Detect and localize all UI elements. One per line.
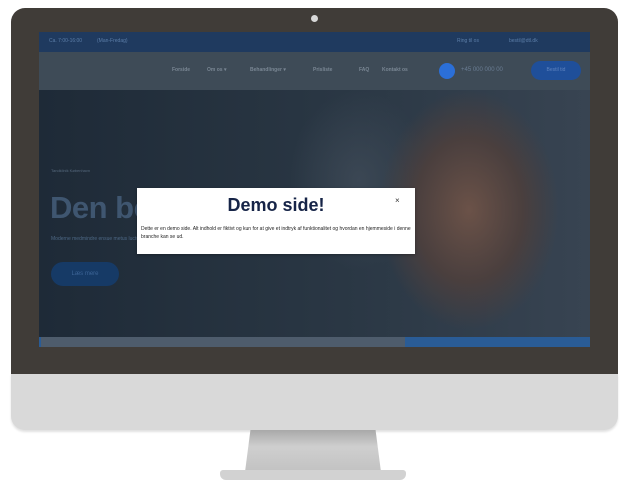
call-link[interactable]: Ring til os <box>457 38 479 44</box>
opening-hours: Ca. 7:00-16:00 <box>49 38 83 44</box>
nav-item-kontakt[interactable]: Kontakt os <box>382 67 408 73</box>
opening-days: (Man-Fredag) <box>97 38 128 44</box>
monitor-chin <box>11 374 618 430</box>
email-link[interactable]: bestil@dtl.dk <box>509 38 538 44</box>
demo-modal: Demo side! × Dette er en demo side. Alt … <box>137 188 415 254</box>
nav-item-om-os[interactable]: Om os ▾ <box>207 67 226 73</box>
book-appointment-button[interactable]: Bestil tid <box>531 61 581 80</box>
nav-item-faq[interactable]: FAQ <box>359 67 369 73</box>
monitor-stand-base <box>220 470 406 480</box>
hero-bottom-strip-left <box>41 337 405 347</box>
hero-eyebrow: Tandklinik København <box>51 168 91 173</box>
top-info-bar: Ca. 7:00-16:00 (Man-Fredag) Ring til os … <box>39 32 590 52</box>
close-icon[interactable]: × <box>395 196 400 205</box>
camera-icon <box>311 15 318 22</box>
monitor-stand-neck <box>245 430 381 472</box>
nav-item-forside[interactable]: Forside <box>172 67 190 73</box>
phone-number[interactable]: +45 000 000 00 <box>461 67 503 73</box>
nav-item-prisliste[interactable]: Prisliste <box>313 67 332 73</box>
phone-icon[interactable] <box>439 63 455 79</box>
modal-title: Demo side! <box>227 195 325 215</box>
nav-item-behandlinger[interactable]: Behandlinger ▾ <box>250 67 286 73</box>
read-more-button[interactable]: Læs mere <box>51 262 119 286</box>
modal-body-text: Dette er en demo side. Alt indhold er fi… <box>141 226 411 240</box>
